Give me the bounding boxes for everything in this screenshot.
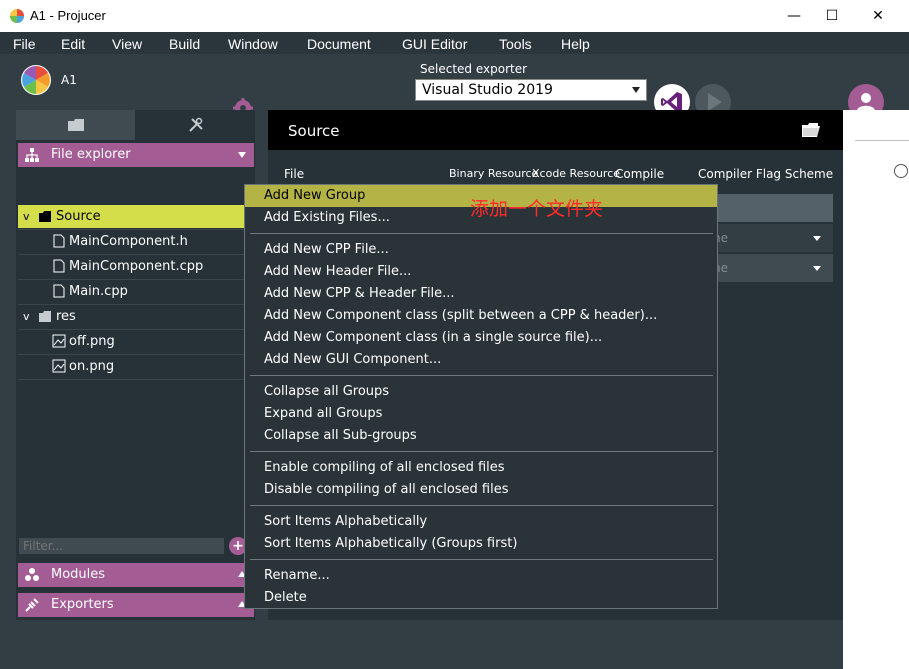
modules-icon: [25, 568, 39, 581]
annotation-text: 添加一个文件夹: [470, 198, 604, 220]
exporter-value: Visual Studio 2019: [422, 82, 553, 98]
menu-item-add-gui-component[interactable]: Add New GUI Component...: [245, 349, 717, 371]
dropdown-arrow-icon[interactable]: [813, 266, 821, 271]
modules-label: Modules: [51, 567, 106, 582]
project-header: A1 Selected exporter Visual Studio 2019: [0, 54, 909, 120]
menu-help[interactable]: Help: [561, 34, 590, 54]
menu-item-sort-alphabetically[interactable]: Sort Items Alphabetically: [245, 511, 717, 533]
image-file-icon: [52, 334, 66, 348]
menu-item-sort-groups-first[interactable]: Sort Items Alphabetically (Groups first): [245, 533, 717, 555]
menu-separator: [250, 451, 713, 452]
menu-item-add-new-cpp-file[interactable]: Add New CPP File...: [245, 239, 717, 261]
exporter-select[interactable]: Visual Studio 2019: [415, 79, 647, 101]
tree-item-file[interactable]: MainComponent.cpp: [18, 255, 254, 278]
menu-file[interactable]: File: [13, 34, 36, 54]
menu-build[interactable]: Build: [169, 34, 200, 54]
background-circle-icon: [894, 164, 908, 178]
tree-item-file[interactable]: on.png: [18, 355, 254, 378]
folder-icon: [39, 311, 51, 322]
file-icon: [53, 234, 65, 248]
menu-bar: File Edit View Build Window Document GUI…: [0, 32, 909, 54]
menu-document[interactable]: Document: [307, 34, 371, 54]
tab-settings[interactable]: [136, 110, 255, 140]
menu-separator: [250, 375, 713, 376]
file-icon: [53, 284, 65, 298]
open-folder-icon[interactable]: [801, 122, 821, 138]
dropdown-arrow-icon: [632, 87, 640, 93]
menu-item-rename[interactable]: Rename...: [245, 565, 717, 587]
file-explorer-label: File explorer: [51, 147, 131, 162]
menu-tools[interactable]: Tools: [499, 34, 532, 54]
file-explorer-header[interactable]: File explorer: [18, 143, 254, 167]
tree-item-label: on.png: [69, 359, 115, 374]
window-title: A1 - Projucer: [30, 8, 106, 23]
background-window: [843, 110, 909, 669]
tree-item-file[interactable]: Main.cpp: [18, 280, 254, 303]
exporters-header[interactable]: Exporters: [18, 593, 254, 617]
tree-item-label: MainComponent.cpp: [69, 259, 204, 274]
tree-item-label: MainComponent.h: [69, 234, 188, 249]
tree-item-file[interactable]: off.png: [18, 330, 254, 353]
menu-item-add-component-split[interactable]: Add New Component class (split between a…: [245, 305, 717, 327]
folder-icon: [67, 119, 84, 131]
sidebar-tabs: [16, 110, 255, 140]
close-button[interactable]: ✕: [855, 0, 901, 32]
menu-item-delete[interactable]: Delete: [245, 587, 717, 609]
exporters-label: Exporters: [51, 597, 114, 612]
projucer-app-icon: [10, 9, 24, 23]
tree-item-res[interactable]: v res: [18, 305, 254, 328]
exporter-label: Selected exporter: [420, 62, 528, 76]
page-title: Source: [288, 122, 340, 140]
title-bar: A1 - Projucer — ☐ ✕: [0, 0, 909, 32]
tree-item-file[interactable]: MainComponent.h: [18, 230, 254, 253]
sidebar: File explorer v Source MainComponent.h M…: [16, 110, 255, 620]
tree-item-source[interactable]: v Source: [18, 205, 254, 228]
menu-item-add-component-single[interactable]: Add New Component class (in a single sou…: [245, 327, 717, 349]
menu-separator: [250, 559, 713, 560]
menu-item-add-new-header-file[interactable]: Add New Header File...: [245, 261, 717, 283]
menu-view[interactable]: View: [112, 34, 142, 54]
column-header-compiler-flag-scheme: Compiler Flag Scheme: [698, 167, 834, 181]
tree-item-label: Main.cpp: [69, 284, 128, 299]
chevron-down-icon: v: [23, 310, 30, 323]
context-menu: Add New Group Add Existing Files... Add …: [244, 184, 718, 609]
main-header: Source: [268, 110, 843, 150]
image-file-icon: [52, 359, 66, 373]
tree-divider: [18, 379, 254, 380]
menu-item-collapse-sub-groups[interactable]: Collapse all Sub-groups: [245, 425, 717, 447]
column-header-file: File: [284, 167, 305, 181]
menu-edit[interactable]: Edit: [61, 34, 85, 54]
projucer-logo-icon: [21, 65, 51, 95]
plug-icon: [25, 598, 39, 612]
column-header-xcode-resource: Xcode Resource: [532, 167, 621, 180]
maximize-button[interactable]: ☐: [809, 0, 855, 32]
menu-separator: [250, 505, 713, 506]
menu-window[interactable]: Window: [228, 34, 278, 54]
menu-item-add-new-cpp-and-header[interactable]: Add New CPP & Header File...: [245, 283, 717, 305]
menu-item-enable-compiling[interactable]: Enable compiling of all enclosed files: [245, 457, 717, 479]
menu-item-expand-all-groups[interactable]: Expand all Groups: [245, 403, 717, 425]
project-name: A1: [61, 73, 77, 87]
background-divider: [855, 140, 909, 141]
folder-icon: [39, 211, 51, 222]
tools-icon: [188, 117, 203, 132]
tree-item-label: res: [56, 309, 76, 324]
tree-item-label: Source: [56, 209, 101, 224]
chevron-down-icon: v: [23, 210, 30, 223]
column-header-binary-resource: Binary Resource: [449, 167, 539, 180]
chevron-down-icon: [238, 152, 246, 158]
menu-item-disable-compiling[interactable]: Disable compiling of all enclosed files: [245, 479, 717, 501]
tab-files[interactable]: [16, 110, 135, 140]
file-icon: [53, 259, 65, 273]
menu-item-collapse-all-groups[interactable]: Collapse all Groups: [245, 381, 717, 403]
dropdown-arrow-icon[interactable]: [813, 236, 821, 241]
menu-gui-editor[interactable]: GUI Editor: [402, 34, 467, 54]
hierarchy-icon: [25, 148, 39, 162]
filter-input[interactable]: [19, 538, 224, 554]
menu-separator: [250, 233, 713, 234]
tree-item-label: off.png: [69, 334, 115, 349]
modules-header[interactable]: Modules: [18, 563, 254, 587]
column-header-compile: Compile: [615, 167, 665, 181]
